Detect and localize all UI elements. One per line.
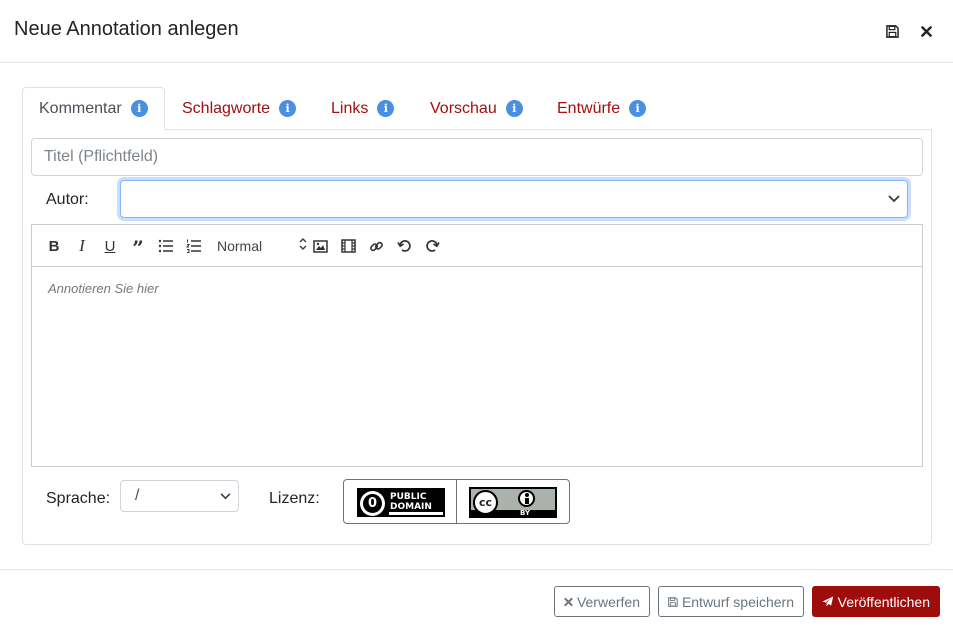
redo-icon[interactable] — [422, 236, 442, 256]
discard-label: Verwerfen — [576, 593, 640, 610]
attribution-icon — [518, 490, 535, 507]
info-icon[interactable]: i — [505, 100, 523, 117]
image-icon[interactable] — [310, 236, 330, 256]
format-select[interactable]: Normal — [217, 236, 307, 256]
italic-button[interactable]: I — [72, 236, 92, 256]
save-draft-label: Entwurf speichern — [681, 593, 794, 610]
license-text-line1: PUBLIC — [390, 492, 427, 502]
modal-header: Neue Annotation anlegen — [0, 0, 953, 63]
tab-label: Entwürfe — [557, 99, 621, 117]
video-icon[interactable] — [338, 236, 358, 256]
cc-icon: cc — [473, 490, 498, 515]
tab-label: Schlagworte — [182, 99, 271, 117]
undo-icon[interactable] — [394, 236, 414, 256]
author-select[interactable] — [120, 180, 908, 218]
bullet-list-icon[interactable] — [156, 236, 176, 256]
publish-button[interactable]: Veröffentlichen — [812, 586, 940, 617]
tab-label: Kommentar — [39, 99, 122, 117]
rich-text-editor: B I U ” Normal Annotieren Sie hier — [31, 224, 923, 467]
tab-kommentar[interactable]: Kommentar i — [22, 87, 165, 130]
editor-placeholder[interactable]: Annotieren Sie hier — [48, 281, 159, 296]
license-public-domain-button[interactable]: 0 PUBLIC DOMAIN — [344, 480, 457, 523]
close-icon[interactable] — [917, 22, 935, 40]
language-label: Sprache: — [46, 490, 111, 507]
license-text-line2: DOMAIN — [390, 502, 432, 512]
ordered-list-icon[interactable] — [184, 236, 204, 256]
link-icon[interactable] — [366, 236, 386, 256]
discard-button[interactable]: Verwerfen — [554, 586, 650, 617]
tab-schlagworte[interactable]: Schlagworte i — [166, 87, 312, 130]
license-button-group: 0 PUBLIC DOMAIN cc BY — [343, 479, 570, 524]
chevron-down-icon — [888, 190, 900, 208]
author-label: Autor: — [46, 191, 89, 208]
info-icon[interactable]: i — [629, 100, 647, 117]
save-icon — [668, 596, 678, 607]
license-cc-by-button[interactable]: cc BY — [457, 480, 569, 523]
tab-entwuerfe[interactable]: Entwürfe i — [541, 87, 662, 130]
bold-button[interactable]: B — [44, 236, 64, 256]
by-label: BY — [520, 509, 531, 517]
underline-button[interactable]: U — [100, 236, 120, 256]
tab-label: Links — [331, 99, 369, 117]
tab-vorschau[interactable]: Vorschau i — [414, 87, 539, 130]
save-draft-button[interactable]: Entwurf speichern — [658, 586, 804, 617]
modal-footer — [0, 569, 953, 630]
blockquote-button[interactable]: ” — [128, 236, 148, 260]
language-select[interactable]: / — [120, 480, 239, 512]
public-domain-badge: 0 PUBLIC DOMAIN — [357, 488, 445, 517]
save-icon[interactable] — [883, 22, 901, 40]
info-icon[interactable]: i — [377, 100, 395, 117]
license-label: Lizenz: — [269, 490, 320, 507]
language-value: / — [135, 487, 140, 504]
info-icon[interactable]: i — [279, 100, 297, 117]
modal-title: Neue Annotation anlegen — [14, 18, 239, 40]
paper-plane-icon — [822, 596, 834, 607]
format-value: Normal — [217, 238, 263, 254]
tab-bar: Kommentar i Schlagworte i Links i Vorsch… — [22, 87, 932, 130]
zero-icon: 0 — [360, 491, 385, 516]
chevron-down-icon — [220, 487, 231, 505]
times-icon — [564, 597, 573, 606]
tab-label: Vorschau — [430, 99, 497, 117]
sort-icon — [299, 237, 307, 254]
publish-label: Veröffentlichen — [837, 593, 930, 610]
tab-links[interactable]: Links i — [315, 87, 410, 130]
info-icon[interactable]: i — [130, 100, 148, 117]
cc-by-badge: cc BY — [469, 487, 557, 518]
title-input[interactable] — [31, 138, 923, 176]
editor-toolbar: B I U ” Normal — [32, 225, 922, 267]
